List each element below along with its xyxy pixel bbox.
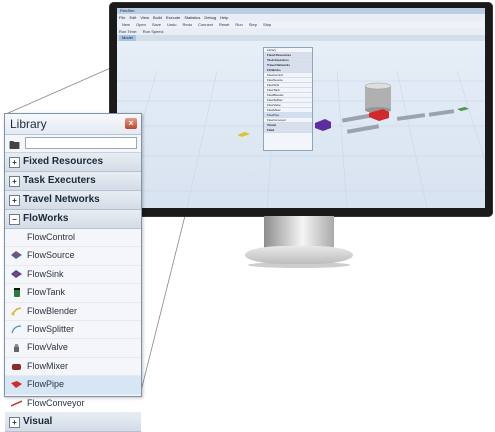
item-label: FlowSource	[27, 250, 75, 261]
category-task-executers[interactable]: + Task Executers	[5, 172, 141, 191]
item-label: FlowConveyor	[27, 397, 85, 408]
menu-item-help[interactable]: Help	[220, 15, 228, 20]
item-label: FlowSink	[27, 268, 64, 279]
toolbar-connect-button[interactable]: Connect	[198, 22, 213, 27]
menu-item-file[interactable]: File	[119, 15, 125, 20]
expand-icon[interactable]: +	[9, 176, 20, 187]
menu-bar: File Edit View Build Execute Statistics Debug H…	[117, 14, 485, 21]
item-label: FlowBlender	[27, 305, 78, 316]
menu-item-debug[interactable]: Debug	[204, 15, 216, 20]
menu-item-execute[interactable]: Execute	[166, 15, 180, 20]
library-item-flowpipe[interactable]: FlowPipe	[5, 376, 141, 395]
category-floworks[interactable]: − FloWorks	[5, 210, 141, 229]
library-search-row: 🖿	[5, 135, 141, 153]
category-travel-networks[interactable]: + Travel Networks	[5, 191, 141, 210]
category-label: Fixed Resources	[23, 156, 104, 167]
run-speed-label: Run Speed:	[142, 29, 164, 34]
category-label: Travel Networks	[23, 194, 100, 205]
library-panel: Library × 🖿 + Fixed Resources + Task Exe…	[4, 113, 142, 432]
toolbar-redo-button[interactable]: Redo	[183, 22, 193, 27]
toolbar-step-button[interactable]: Step	[249, 22, 257, 27]
collapse-icon[interactable]: −	[9, 214, 20, 225]
category-label: Visual	[23, 415, 53, 427]
library-item-flowsplitter[interactable]: FlowSplitter	[5, 321, 141, 340]
flowmixer-object[interactable]	[315, 119, 331, 131]
category-visual[interactable]: + Visual	[5, 412, 141, 432]
expand-icon[interactable]: +	[9, 195, 20, 206]
run-toolbar: Run Time: Run Speed:	[117, 28, 485, 35]
flowsplitter-icon	[11, 325, 22, 334]
library-search-input[interactable]	[25, 137, 137, 149]
category-label: FloWorks	[23, 213, 69, 224]
library-item-flowsource[interactable]: FlowSource	[5, 247, 141, 266]
library-title-bar: Library ×	[5, 114, 141, 135]
toolbar-reset-button[interactable]: Reset	[219, 22, 229, 27]
toolbar: New Open Save Undo Redo Connect Reset Run Step St…	[117, 21, 485, 28]
mini-library-panel: Library Fixed Resources Task Executers Trav…	[263, 47, 313, 151]
monitor: FlexSim File Edit View Build Execute Statisti…	[109, 2, 493, 217]
toolbar-undo-button[interactable]: Undo	[167, 22, 177, 27]
library-item-flowcontrol[interactable]: FlowControl	[5, 229, 141, 248]
toolbar-run-button[interactable]: Run	[235, 22, 242, 27]
expand-icon[interactable]: +	[9, 416, 20, 428]
flowpipe-icon	[11, 381, 22, 389]
library-item-flowconveyor[interactable]: FlowConveyor	[5, 395, 141, 413]
item-label: FlowTank	[27, 287, 66, 298]
flow-pipes[interactable]	[341, 109, 455, 134]
flowmixer-icon	[12, 363, 21, 370]
flowblender-icon	[11, 306, 22, 316]
mini-library-row[interactable]: Fluid	[264, 128, 312, 133]
category-fixed-resources[interactable]: + Fixed Resources	[5, 153, 141, 172]
flowsink-object[interactable]	[457, 107, 469, 111]
library-item-flowvalve[interactable]: FlowValve	[5, 339, 141, 358]
library-item-flowtank[interactable]: FlowTank	[5, 284, 141, 303]
app-title: FlexSim	[120, 8, 135, 13]
monitor-stand-base	[245, 246, 353, 264]
monitor-stand-neck	[264, 216, 334, 250]
menu-item-edit[interactable]: Edit	[129, 15, 136, 20]
flowsink-icon	[11, 269, 22, 278]
expand-icon[interactable]: +	[9, 157, 20, 168]
run-time-label: Run Time:	[119, 29, 138, 34]
category-label: Task Executers	[23, 175, 96, 186]
item-label: FlowControl	[27, 232, 76, 242]
library-item-flowblender[interactable]: FlowBlender	[5, 303, 141, 321]
menu-item-view[interactable]: View	[140, 15, 149, 20]
flowtank-small[interactable]	[364, 82, 392, 113]
toolbar-save-button[interactable]: Save	[152, 22, 161, 27]
flowvalve-icon	[14, 344, 19, 353]
toolbar-stop-button[interactable]: Stop	[263, 22, 271, 27]
toolbar-open-button[interactable]: Open	[136, 22, 146, 27]
toolbar-new-button[interactable]: New	[122, 22, 130, 27]
close-icon[interactable]: ×	[125, 118, 137, 129]
item-label: FlowValve	[27, 342, 68, 353]
flowsource-icon	[11, 251, 22, 260]
library-item-flowsink[interactable]: FlowSink	[5, 266, 141, 285]
flowsource-object[interactable]	[237, 132, 250, 137]
flowtank-icon	[14, 288, 20, 298]
item-label: FlowMixer	[27, 360, 69, 371]
menu-item-statistics[interactable]: Statistics	[184, 15, 200, 20]
item-label: FlowSplitter	[27, 323, 75, 334]
menu-item-build[interactable]: Build	[153, 15, 162, 20]
library-item-flowmixer[interactable]: FlowMixer	[5, 358, 141, 377]
item-label: FlowPipe	[27, 379, 65, 390]
library-title: Library	[10, 117, 47, 131]
